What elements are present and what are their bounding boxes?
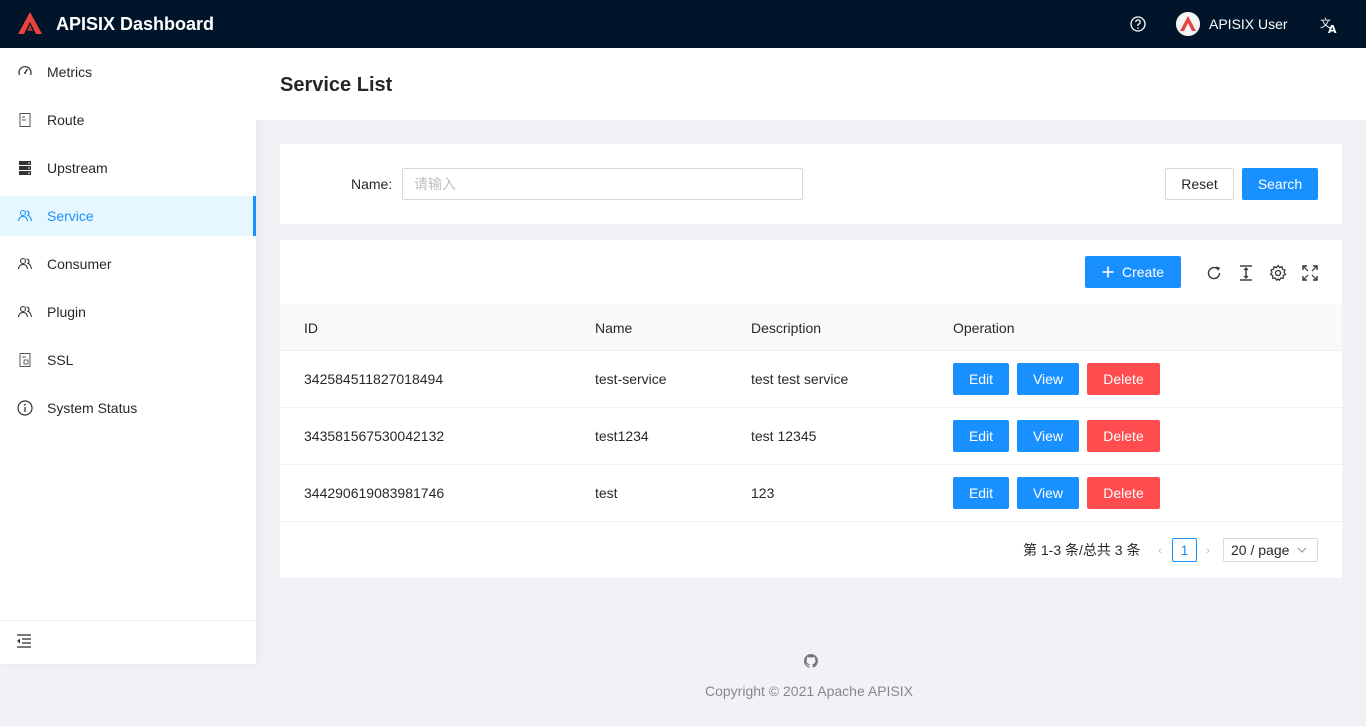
- page-size-value: 20 / page: [1231, 542, 1290, 558]
- ssl-icon: [19, 353, 31, 367]
- dashboard-icon: [18, 65, 32, 76]
- menu-fold-icon[interactable]: [16, 633, 32, 649]
- page-title: Service List: [280, 74, 393, 96]
- avatar-logo-icon: [1176, 12, 1200, 36]
- page-size-select[interactable]: 20 / page: [1223, 538, 1318, 562]
- fullscreen-icon[interactable]: [1301, 264, 1319, 282]
- sidebar-item-label: Metrics: [47, 64, 93, 80]
- avatar[interactable]: [1176, 12, 1200, 36]
- edit-button[interactable]: Edit: [953, 477, 1009, 509]
- question-circle-icon[interactable]: [1129, 15, 1147, 33]
- chevron-down-icon: [1297, 547, 1307, 553]
- column-header-operation: Operation: [953, 320, 1015, 336]
- table-row: 344290619083981746 test 123 Edit View De…: [280, 465, 1342, 522]
- setting-icon[interactable]: [1269, 264, 1287, 282]
- chevron-left-icon[interactable]: ‹: [1154, 543, 1166, 557]
- info-circle-icon: [17, 400, 33, 416]
- column-height-icon[interactable]: [1237, 264, 1255, 282]
- team-icon: [17, 257, 33, 270]
- edit-button[interactable]: Edit: [953, 420, 1009, 452]
- name-label: Name:: [351, 176, 393, 192]
- sidebar-item-upstream[interactable]: Upstream: [0, 148, 256, 188]
- delete-button[interactable]: Delete: [1087, 363, 1160, 395]
- sidebar-item-label: Route: [47, 112, 85, 128]
- cell-description: test 12345: [751, 428, 817, 444]
- sidebar-item-metrics[interactable]: Metrics: [0, 52, 256, 92]
- create-button-label: Create: [1121, 264, 1165, 280]
- column-header-description: Description: [751, 320, 822, 336]
- reset-button[interactable]: Reset: [1165, 168, 1234, 200]
- view-button[interactable]: View: [1017, 477, 1079, 509]
- cell-id: 344290619083981746: [304, 485, 445, 501]
- plugin-icon: [17, 305, 33, 318]
- cell-id: 343581567530042132: [304, 428, 445, 444]
- user-name[interactable]: APISIX User: [1209, 16, 1288, 32]
- sidebar-item-label: System Status: [47, 400, 138, 416]
- pagination-page-1[interactable]: 1: [1172, 538, 1197, 562]
- sidebar-item-route[interactable]: Route: [0, 100, 256, 140]
- column-header-name: Name: [595, 320, 633, 336]
- cell-description: test test service: [751, 371, 849, 387]
- page-header: Service List: [256, 48, 1366, 120]
- sidebar-collapse-bar: [0, 620, 256, 664]
- cell-description: 123: [751, 485, 775, 501]
- service-table-card: Create ID Name Description Operation 342…: [280, 240, 1342, 578]
- sidebar-item-label: SSL: [47, 352, 74, 368]
- route-icon: [19, 113, 31, 127]
- plus-icon: [1102, 266, 1114, 278]
- sidebar-item-service[interactable]: Service: [0, 196, 256, 236]
- cell-name: test: [595, 485, 618, 501]
- edit-button[interactable]: Edit: [953, 363, 1009, 395]
- create-button[interactable]: Create: [1085, 256, 1181, 288]
- table-row: 343581567530042132 test1234 test 12345 E…: [280, 408, 1342, 465]
- translation-icon[interactable]: 文 A: [1319, 15, 1339, 35]
- column-header-id: ID: [304, 320, 318, 336]
- sidebar-item-consumer[interactable]: Consumer: [0, 244, 256, 284]
- reload-icon[interactable]: [1205, 264, 1223, 282]
- sidebar-item-label: Service: [47, 208, 94, 224]
- cell-name: test-service: [595, 371, 667, 387]
- service-icon: [17, 209, 33, 222]
- search-form: Name: Reset Search: [280, 144, 1342, 224]
- sidebar-item-system-status[interactable]: System Status: [0, 388, 256, 428]
- table-header: ID Name Description Operation: [280, 304, 1342, 351]
- top-navbar: APISIX Dashboard APISIX User 文 A: [0, 0, 1366, 48]
- sidebar-item-plugin[interactable]: Plugin: [0, 292, 256, 332]
- cell-id: 342584511827018494: [304, 371, 444, 387]
- database-icon: [19, 161, 31, 175]
- delete-button[interactable]: Delete: [1087, 477, 1160, 509]
- chevron-right-icon[interactable]: ›: [1202, 543, 1214, 557]
- name-search-input[interactable]: [402, 168, 803, 200]
- app-title[interactable]: APISIX Dashboard: [56, 13, 214, 35]
- sidebar-item-ssl[interactable]: SSL: [0, 340, 256, 380]
- svg-text:A: A: [1328, 23, 1337, 35]
- pagination-total: 第 1-3 条/总共 3 条: [1023, 542, 1141, 558]
- delete-button[interactable]: Delete: [1087, 420, 1160, 452]
- table-row: 342584511827018494 test-service test tes…: [280, 351, 1342, 408]
- sidebar-item-label: Consumer: [47, 256, 112, 272]
- sidebar-item-label: Plugin: [47, 304, 86, 320]
- sidebar: Metrics Route Upstream Service Consumer …: [0, 48, 256, 664]
- cell-name: test1234: [595, 428, 649, 444]
- github-icon[interactable]: [804, 654, 818, 668]
- search-button[interactable]: Search: [1242, 168, 1318, 200]
- view-button[interactable]: View: [1017, 420, 1079, 452]
- copyright-text: Copyright © 2021 Apache APISIX: [705, 683, 914, 699]
- apisix-logo-icon[interactable]: [18, 12, 42, 34]
- sidebar-item-label: Upstream: [47, 160, 108, 176]
- view-button[interactable]: View: [1017, 363, 1079, 395]
